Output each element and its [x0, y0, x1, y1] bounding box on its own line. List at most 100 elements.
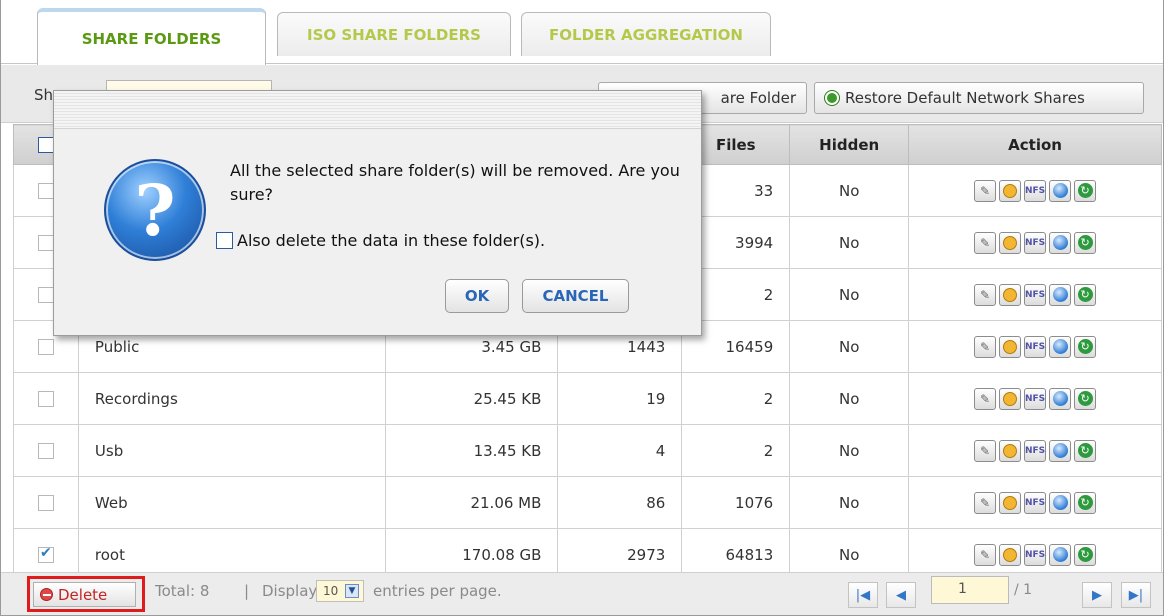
nfs-icon: NFS: [1024, 497, 1046, 508]
select-all-checkbox[interactable]: [37, 137, 54, 153]
nfs-button[interactable]: NFS: [1024, 387, 1047, 410]
page-number-input[interactable]: 1: [931, 576, 1009, 604]
row-checkbox[interactable]: [37, 235, 54, 251]
permission-button[interactable]: [999, 335, 1022, 358]
globe-icon: [1052, 339, 1068, 354]
refresh-button[interactable]: ↻: [1074, 439, 1097, 462]
delete-icon: [40, 588, 53, 601]
nfs-icon: NFS: [1024, 185, 1046, 196]
permission-button[interactable]: [999, 543, 1022, 566]
edit-icon: ✎: [980, 495, 991, 510]
nfs-button[interactable]: NFS: [1024, 335, 1047, 358]
nfs-button[interactable]: NFS: [1024, 179, 1047, 202]
edit-button[interactable]: ✎: [974, 179, 997, 202]
edit-button[interactable]: ✎: [974, 439, 997, 462]
row-checkbox[interactable]: [37, 183, 54, 199]
permission-button[interactable]: [999, 387, 1022, 410]
nfs-button[interactable]: NFS: [1024, 543, 1047, 566]
tab-share-folders[interactable]: SHARE FOLDERS: [37, 8, 266, 65]
tab-iso-share-folders[interactable]: ISO SHARE FOLDERS: [277, 12, 511, 56]
dialog-titlebar[interactable]: [54, 91, 701, 129]
refresh-button[interactable]: ↻: [1074, 231, 1097, 254]
globe-button[interactable]: [1049, 491, 1072, 514]
folder-count-cell: 19: [557, 372, 683, 425]
delete-label: Delete: [58, 585, 108, 604]
globe-button[interactable]: [1049, 335, 1072, 358]
edit-button[interactable]: ✎: [974, 283, 997, 306]
refresh-button[interactable]: ↻: [1074, 543, 1097, 566]
permission-icon: [1003, 391, 1018, 406]
file-count-cell: 1076: [681, 476, 791, 529]
globe-icon: [1052, 235, 1068, 250]
row-select-cell: [13, 372, 79, 425]
table-row[interactable]: Web 21.06 MB 86 1076 No ✎ NFS ↻: [13, 476, 1162, 529]
page-number-value: 1: [958, 581, 967, 597]
nfs-button[interactable]: NFS: [1024, 439, 1047, 462]
refresh-icon: ↻: [1077, 495, 1093, 510]
hidden-header[interactable]: Hidden: [789, 124, 910, 165]
refresh-button[interactable]: ↻: [1074, 387, 1097, 410]
delete-data-checkbox[interactable]: [216, 232, 233, 249]
edit-button[interactable]: ✎: [974, 543, 997, 566]
row-checkbox[interactable]: [37, 339, 54, 355]
globe-button[interactable]: [1049, 179, 1072, 202]
permission-button[interactable]: [999, 491, 1022, 514]
row-checkbox[interactable]: [37, 495, 54, 511]
delete-button[interactable]: Delete: [33, 582, 136, 607]
nfs-button[interactable]: NFS: [1024, 283, 1047, 306]
edit-button[interactable]: ✎: [974, 387, 997, 410]
action-cell: ✎ NFS ↻: [908, 320, 1162, 373]
globe-icon: [1052, 443, 1068, 458]
delete-data-option[interactable]: Also delete the data in these folder(s).: [216, 231, 545, 250]
refresh-icon: ↻: [1077, 287, 1093, 302]
prev-page-button[interactable]: ◀: [886, 582, 916, 608]
cancel-button[interactable]: CANCEL: [522, 279, 629, 313]
globe-button[interactable]: [1049, 439, 1072, 462]
restore-label: Restore Default Network Shares: [845, 89, 1085, 107]
globe-button[interactable]: [1049, 387, 1072, 410]
display-label: Display: [262, 582, 318, 600]
row-checkbox[interactable]: [37, 443, 54, 459]
row-checkbox[interactable]: [37, 545, 54, 563]
last-page-button[interactable]: ▶|: [1121, 582, 1151, 608]
permission-button[interactable]: [999, 283, 1022, 306]
refresh-button[interactable]: ↻: [1074, 491, 1097, 514]
action-cell: ✎ NFS ↻: [908, 372, 1162, 425]
permission-icon: [1003, 443, 1018, 458]
globe-button[interactable]: [1049, 543, 1072, 566]
hidden-cell: No: [789, 320, 910, 373]
refresh-button[interactable]: ↻: [1074, 283, 1097, 306]
refresh-button[interactable]: ↻: [1074, 179, 1097, 202]
entries-per-page-label: entries per page.: [373, 582, 502, 600]
permission-button[interactable]: [999, 179, 1022, 202]
table-row[interactable]: Recordings 25.45 KB 19 2 No ✎ NFS ↻: [13, 372, 1162, 425]
edit-button[interactable]: ✎: [974, 491, 997, 514]
tab-folder-aggregation[interactable]: FOLDER AGGREGATION: [521, 12, 771, 56]
nfs-icon: NFS: [1024, 393, 1046, 404]
next-page-button[interactable]: ▶: [1082, 582, 1112, 608]
confirm-delete-dialog: ? All the selected share folder(s) will …: [53, 90, 702, 336]
permission-button[interactable]: [999, 231, 1022, 254]
globe-button[interactable]: [1049, 283, 1072, 306]
chevron-down-icon[interactable]: ▼: [345, 584, 359, 598]
nfs-button[interactable]: NFS: [1024, 491, 1047, 514]
row-checkbox[interactable]: [37, 391, 54, 407]
edit-button[interactable]: ✎: [974, 231, 997, 254]
refresh-button[interactable]: ↻: [1074, 335, 1097, 358]
nfs-button[interactable]: NFS: [1024, 231, 1047, 254]
permission-icon: [1003, 495, 1018, 510]
edit-icon: ✎: [980, 391, 991, 406]
restore-default-shares-button[interactable]: Restore Default Network Shares: [814, 82, 1144, 114]
row-checkbox[interactable]: [37, 287, 54, 303]
permission-button[interactable]: [999, 439, 1022, 462]
edit-button[interactable]: ✎: [974, 335, 997, 358]
ok-button[interactable]: OK: [445, 279, 509, 313]
folder-name-cell: Usb: [77, 424, 386, 477]
table-row[interactable]: Usb 13.45 KB 4 2 No ✎ NFS ↻: [13, 424, 1162, 477]
first-page-button[interactable]: |◀: [848, 582, 878, 608]
permission-icon: [1003, 547, 1018, 562]
hidden-cell: No: [789, 216, 910, 269]
globe-button[interactable]: [1049, 231, 1072, 254]
permission-icon: [1003, 287, 1018, 302]
hidden-cell: No: [789, 372, 910, 425]
